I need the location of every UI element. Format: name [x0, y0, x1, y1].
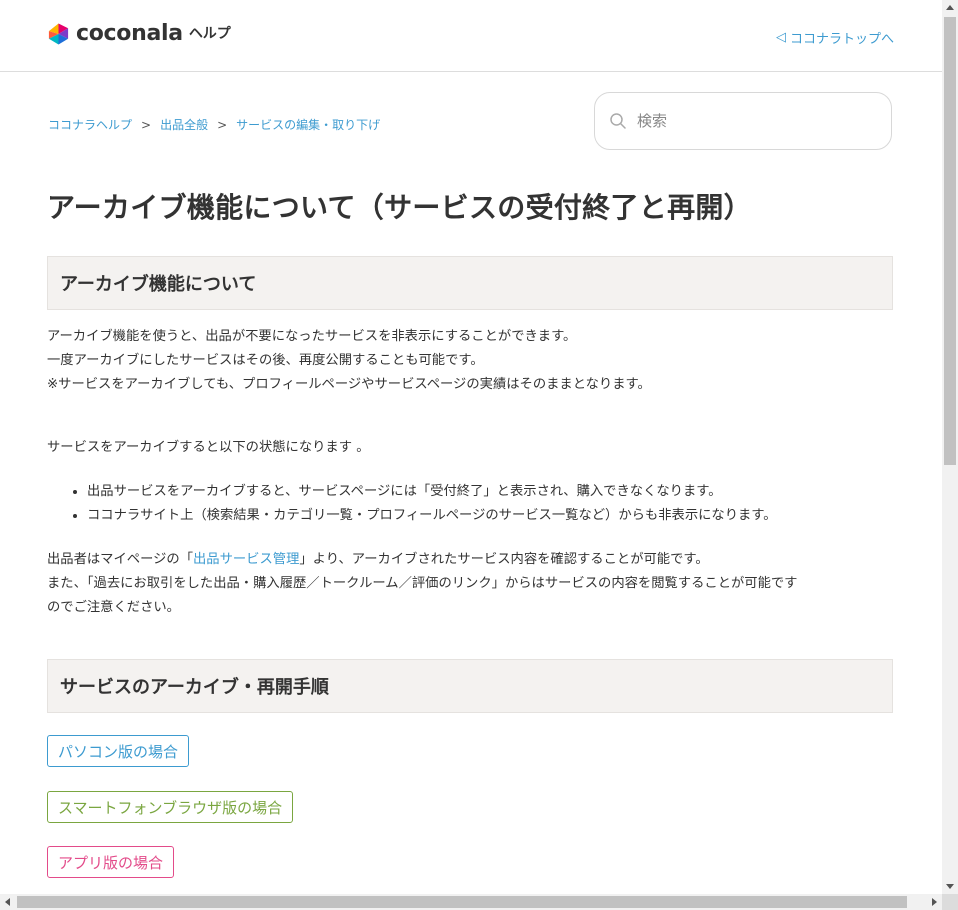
- top-link-label: ココナラトップへ: [789, 32, 894, 47]
- browser-viewport: coconala ヘルプ ◁ ココナラトップへ ココナラヘルプ > 出品全般 >…: [0, 0, 958, 910]
- confirm-prefix: 出品者はマイページの「: [47, 552, 193, 567]
- confirm-suffix: 」より、アーカイブされたサービス内容を確認することが可能です。: [299, 552, 709, 567]
- section-heading-archive-steps: サービスのアーカイブ・再開手順: [47, 659, 893, 713]
- service-management-link[interactable]: 出品サービス管理: [193, 552, 299, 567]
- intro-line: ※サービスをアーカイブしても、プロフィールページやサービスページの実績はそのまま…: [47, 377, 651, 392]
- archive-state-list: 出品サービスをアーカイブすると、サービスページには「受付終了」と表示され、購入で…: [47, 480, 907, 528]
- pc-version-button[interactable]: パソコン版の場合: [47, 735, 190, 767]
- breadcrumb: ココナラヘルプ > 出品全般 > サービスの編集・取り下げ: [48, 116, 380, 133]
- notice-line: のでご注意ください。: [47, 600, 180, 615]
- breadcrumb-item-service-edit[interactable]: サービスの編集・取り下げ: [236, 116, 380, 133]
- search-box: [594, 92, 892, 150]
- scroll-left-arrow-icon[interactable]: [5, 898, 10, 906]
- list-item: 出品サービスをアーカイブすると、サービスページには「受付終了」と表示され、購入で…: [87, 480, 907, 504]
- logo-wordmark: coconala: [76, 21, 183, 46]
- intro-paragraph: アーカイブ機能を使うと、出品が不要になったサービスを非表示にすることができます。…: [47, 325, 897, 397]
- search-input[interactable]: [635, 111, 869, 131]
- back-triangle-icon: ◁: [775, 30, 786, 45]
- coconala-logo-icon: [48, 23, 69, 45]
- state-intro-paragraph: サービスをアーカイブすると以下の状態になります 。: [47, 436, 897, 460]
- coconala-help-logo[interactable]: coconala ヘルプ: [47, 22, 231, 46]
- horizontal-scroll-thumb[interactable]: [17, 896, 907, 908]
- search-icon: [610, 113, 626, 129]
- breadcrumb-item-listing-general[interactable]: 出品全般: [160, 116, 208, 133]
- scroll-up-arrow-icon[interactable]: [946, 5, 954, 10]
- breadcrumb-item-help-home[interactable]: ココナラヘルプ: [48, 116, 132, 133]
- app-version-button[interactable]: アプリ版の場合: [47, 846, 175, 878]
- logo-help-label: ヘルプ: [188, 26, 231, 42]
- confirm-line: 出品者はマイページの「出品サービス管理」より、アーカイブされたサービス内容を確認…: [47, 548, 897, 572]
- list-item: ココナラサイト上（検索結果・カテゴリ一覧・プロフィールページのサービス一覧など）…: [87, 504, 907, 528]
- scroll-right-arrow-icon[interactable]: [932, 898, 937, 906]
- breadcrumb-separator: >: [141, 117, 152, 132]
- section-heading-archive-feature: アーカイブ機能について: [47, 256, 893, 310]
- vertical-scrollbar[interactable]: [942, 0, 958, 894]
- site-header: coconala ヘルプ ◁ ココナラトップへ: [0, 0, 942, 72]
- breadcrumb-separator: >: [217, 117, 228, 132]
- intro-line: アーカイブ機能を使うと、出品が不要になったサービスを非表示にすることができます。: [47, 329, 577, 344]
- article-title: アーカイブ機能について（サービスの受付終了と再開）: [47, 191, 752, 224]
- intro-line: 一度アーカイブにしたサービスはその後、再度公開することも可能です。: [47, 353, 484, 368]
- coconala-top-link[interactable]: ◁ ココナラトップへ: [776, 28, 894, 47]
- scroll-down-arrow-icon[interactable]: [946, 884, 954, 889]
- state-intro-text: サービスをアーカイブすると以下の状態になります 。: [47, 440, 370, 455]
- smartphone-browser-button[interactable]: スマートフォンブラウザ版の場合: [47, 791, 294, 823]
- help-page: coconala ヘルプ ◁ ココナラトップへ ココナラヘルプ > 出品全般 >…: [0, 0, 942, 894]
- vertical-scroll-thumb[interactable]: [944, 17, 956, 465]
- confirm-paragraph: 出品者はマイページの「出品サービス管理」より、アーカイブされたサービス内容を確認…: [47, 548, 897, 620]
- notice-line: また、「過去にお取引をした出品・購入履歴／トークルーム／評価のリンク」からはサー…: [47, 576, 798, 591]
- horizontal-scrollbar[interactable]: [0, 894, 942, 910]
- scrollbar-corner: [942, 894, 958, 910]
